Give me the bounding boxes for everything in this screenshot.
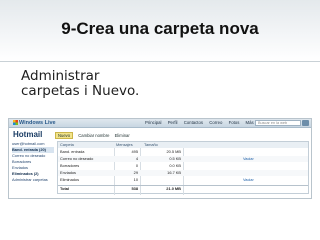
folders-table: Carpeta Mensajes Tamaño Band. entrada 49… (57, 141, 309, 195)
windows-live-logo[interactable]: Windows Live (13, 120, 56, 126)
table-row[interactable]: Band. entrada 495 20.5 MB (58, 149, 308, 155)
hotmail-screenshot: Windows Live Principal Perfil Contactos … (8, 118, 312, 199)
bullet-text: Administrar carpetas i Nuevo. (21, 68, 140, 99)
web-search-input[interactable]: Buscar en la web (255, 120, 301, 126)
rename-button[interactable]: Cambiar nombre (78, 133, 109, 138)
windows-live-logo-text: Windows Live (19, 120, 56, 126)
col-header-size[interactable]: Tamaño (144, 142, 184, 148)
cell-folder[interactable]: Correo no deseado (60, 156, 93, 162)
total-messages: 538 (131, 186, 139, 191)
cell-messages: 4 (135, 156, 138, 161)
cell-size: 0.0 KB (169, 163, 181, 168)
cell-messages: 10 (133, 177, 138, 182)
cell-messages: 495 (131, 149, 139, 154)
cell-folder[interactable]: Band. entrada (60, 149, 84, 155)
table-row[interactable]: Correo no deseado 4 0.5 KB Vaciar (58, 156, 308, 162)
cell-size: 16.7 KB (167, 170, 181, 175)
table-row[interactable]: Borradores 0 0.0 KB (58, 163, 308, 169)
topnav-contactos[interactable]: Contactos (184, 120, 203, 125)
folder-sidebar: user@hotmail.com Band. entrada (20) Corr… (12, 141, 54, 183)
topnav-perfil[interactable]: Perfil (168, 120, 178, 125)
topnav-mas[interactable]: Más (246, 120, 254, 125)
table-header: Carpeta Mensajes Tamaño (58, 142, 308, 148)
cell-messages: 0 (135, 163, 138, 168)
total-size: 21.0 MB (166, 186, 181, 191)
col-header-folder[interactable]: Carpeta (60, 142, 74, 148)
windows-flag-icon (13, 120, 18, 125)
cell-size: 0.5 KB (169, 156, 181, 161)
cell-folder[interactable]: Enviados (60, 170, 76, 176)
cell-size: 20.5 MB (166, 149, 182, 154)
search-icon[interactable] (302, 120, 309, 126)
table-total-row: Total 538 21.0 MB (58, 185, 308, 191)
table-row[interactable]: Eliminados 10 Vaciar (58, 177, 308, 183)
table-row[interactable]: Enviados 29 16.7 KB (58, 170, 308, 176)
total-label: Total (60, 186, 70, 191)
folder-toolbar: Nuevo Cambiar nombre Eliminar (55, 132, 134, 139)
delete-button[interactable]: Eliminar (115, 133, 130, 138)
cell-folder[interactable]: Eliminados (60, 177, 79, 183)
empty-deleted-link[interactable]: Vaciar (243, 177, 254, 183)
slide-footer (0, 206, 320, 240)
empty-junk-link[interactable]: Vaciar (243, 156, 254, 162)
new-folder-button[interactable]: Nuevo (55, 132, 74, 139)
topnav-fotos[interactable]: Fotos (229, 120, 240, 125)
cell-messages: 29 (133, 170, 138, 175)
col-header-messages[interactable]: Mensajes (116, 142, 138, 148)
hotmail-title: Hotmail (13, 130, 43, 139)
topnav-correo[interactable]: Correo (209, 120, 222, 125)
cell-folder[interactable]: Borradores (60, 163, 79, 169)
topnav-principal[interactable]: Principal (145, 120, 161, 125)
slide-title: 9-Crea una carpeta nova (61, 19, 259, 38)
manage-folders-link[interactable]: Administrar carpetas (12, 177, 54, 183)
